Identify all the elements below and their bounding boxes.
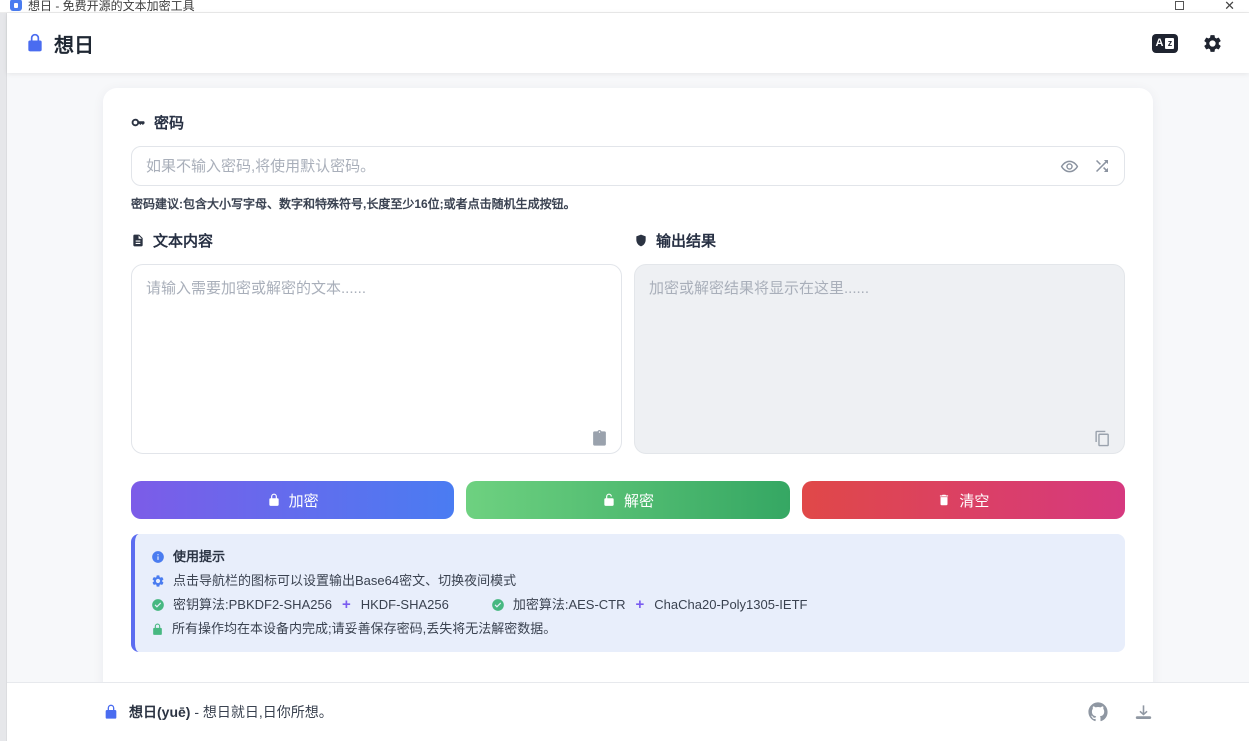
settings-gear-icon[interactable] <box>1202 33 1223 54</box>
window-left-edge <box>0 13 7 741</box>
usage-tips-box: 使用提示 点击导航栏的图标可以设置输出Base64密文、切换夜间模式 密钥算法:… <box>131 534 1125 652</box>
tips-algorithms-line: 密钥算法:PBKDF2-SHA256 + HKDF-SHA256 加密算法:AE… <box>151 593 1109 617</box>
unlock-icon <box>602 493 616 507</box>
app-title: 想日 <box>54 29 94 58</box>
show-password-eye-icon[interactable] <box>1060 157 1079 176</box>
enc-algo-text: 加密算法:AES-CTR <box>513 593 626 617</box>
header-actions: Az <box>1152 33 1223 54</box>
info-icon <box>151 550 165 564</box>
password-hint: 密码建议:包含大小写字母、数字和特殊符号,长度至少16位;或者点击随机生成按钮。 <box>131 195 1125 212</box>
footer-icons <box>1088 702 1153 722</box>
tips-settings-text: 点击导航栏的图标可以设置输出Base64密文、切换夜间模式 <box>173 569 516 593</box>
decrypt-button[interactable]: 解密 <box>466 481 789 519</box>
enc-algo2-text: ChaCha20-Poly1305-IETF <box>654 593 807 617</box>
output-label-text: 输出结果 <box>656 230 716 251</box>
password-section-label: 密码 <box>131 112 1125 133</box>
footer-brand-name: 想日(yuē) <box>129 704 190 720</box>
password-field-wrap <box>131 146 1125 186</box>
github-icon[interactable] <box>1088 702 1108 722</box>
key-algo-text: 密钥算法:PBKDF2-SHA256 <box>173 593 332 617</box>
download-icon[interactable] <box>1134 703 1153 722</box>
gear-icon <box>151 574 165 588</box>
check-circle-icon <box>151 598 165 612</box>
plus-icon: + <box>634 593 647 617</box>
encrypt-button-label: 加密 <box>289 490 319 511</box>
close-icon[interactable]: ✕ <box>1224 0 1235 12</box>
app-footer: 想日(yuē) - 想日就日,日你所想。 <box>7 682 1249 741</box>
shield-icon <box>634 233 648 248</box>
clear-button-label: 清空 <box>959 490 989 511</box>
output-textarea[interactable] <box>634 264 1125 454</box>
password-label-text: 密码 <box>154 112 184 133</box>
password-input[interactable] <box>131 146 1125 186</box>
brand: 想日 <box>25 29 94 58</box>
text-input-wrap <box>131 264 622 459</box>
output-column: 输出结果 <box>634 230 1125 459</box>
copy-icon[interactable] <box>1094 430 1111 447</box>
paste-icon[interactable] <box>591 430 608 447</box>
app-header: 想日 Az <box>7 13 1249 73</box>
favicon <box>10 0 22 11</box>
lock-icon <box>103 704 119 720</box>
trash-icon <box>937 493 951 507</box>
tips-security-line: 所有操作均在本设备内完成;请妥善保存密码,丢失将无法解密数据。 <box>151 617 1109 641</box>
main-content: 密码 密码建议:包含大小写字母、数字和特殊符号,长度至少16位;或者点击随机生成… <box>7 73 1249 682</box>
footer-slogan: - 想日就日,日你所想。 <box>190 704 332 720</box>
lock-icon <box>151 623 164 636</box>
plus-icon: + <box>340 593 353 617</box>
lock-icon <box>267 493 281 507</box>
base64-toggle-icon[interactable]: Az <box>1152 34 1178 53</box>
text-input-column: 文本内容 <box>131 230 622 459</box>
lock-icon <box>25 33 45 53</box>
crypto-card: 密码 密码建议:包含大小写字母、数字和特殊符号,长度至少16位;或者点击随机生成… <box>103 88 1153 682</box>
check-circle-icon <box>491 598 505 612</box>
tips-title-line: 使用提示 <box>151 545 1109 569</box>
text-input-label: 文本内容 <box>131 230 622 251</box>
maximize-icon[interactable] <box>1175 1 1184 10</box>
text-input-label-text: 文本内容 <box>153 230 213 251</box>
clear-button[interactable]: 清空 <box>802 481 1125 519</box>
browser-titlebar: 想日 - 免费开源的文本加密工具 ✕ <box>0 0 1249 13</box>
output-wrap <box>634 264 1125 459</box>
random-password-shuffle-icon[interactable] <box>1093 157 1111 175</box>
tips-title: 使用提示 <box>173 545 225 569</box>
document-icon <box>131 233 145 248</box>
app-root: 想日 Az 密码 <box>7 13 1249 741</box>
footer-brand: 想日(yuē) - 想日就日,日你所想。 <box>103 702 333 722</box>
encrypt-button[interactable]: 加密 <box>131 481 454 519</box>
tips-settings-line: 点击导航栏的图标可以设置输出Base64密文、切换夜间模式 <box>151 569 1109 593</box>
text-input-textarea[interactable] <box>131 264 622 454</box>
tips-security-text: 所有操作均在本设备内完成;请妥善保存密码,丢失将无法解密数据。 <box>172 617 556 641</box>
decrypt-button-label: 解密 <box>624 490 654 511</box>
output-label: 输出结果 <box>634 230 1125 251</box>
tab-title: 想日 - 免费开源的文本加密工具 <box>28 0 195 13</box>
action-buttons: 加密 解密 清空 <box>131 481 1125 519</box>
key-algo2-text: HKDF-SHA256 <box>361 593 449 617</box>
key-icon <box>131 115 146 130</box>
